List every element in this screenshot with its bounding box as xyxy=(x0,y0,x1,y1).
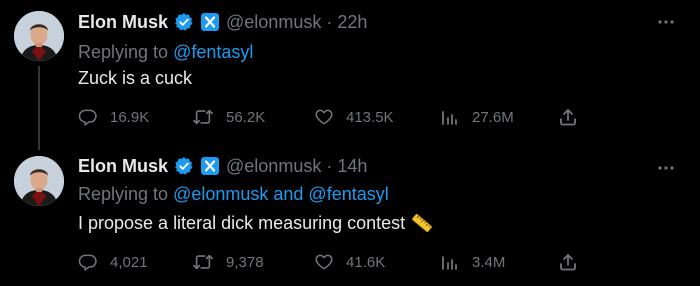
tweet-actions: 16.9K 56.2K 413.5K 27.6M xyxy=(78,106,598,128)
replying-to-prefix: Replying to xyxy=(78,184,169,204)
replying-to-line: Replying to @fentasyl xyxy=(78,42,253,63)
reply-count: 16.9K xyxy=(110,108,150,126)
tweet[interactable]: Elon Musk @elonmusk · 14h Replying to @e… xyxy=(0,143,700,286)
like-count: 41.6K xyxy=(346,253,386,271)
retweet-icon xyxy=(193,109,213,125)
retweet-count: 56.2K xyxy=(226,108,266,126)
separator-dot: · xyxy=(326,11,333,32)
tweet-timestamp[interactable]: 14h xyxy=(337,156,367,177)
replying-to-prefix: Replying to xyxy=(78,42,169,62)
tweet-actions: 4,021 9,378 41.6K 3.4M xyxy=(78,251,598,273)
tweet-text: Zuck is a cuck xyxy=(78,68,192,89)
views-button[interactable]: 3.4M xyxy=(440,251,505,273)
replying-to-mention[interactable]: @elonmusk and @fentasyl xyxy=(173,184,389,204)
straight-ruler-emoji-icon xyxy=(411,212,433,234)
views-bar-chart-icon xyxy=(442,111,457,125)
reply-icon xyxy=(78,254,97,271)
reply-button[interactable]: 4,021 xyxy=(78,251,148,273)
tweet-header: Elon Musk @elonmusk · 22h xyxy=(78,10,367,34)
heart-icon xyxy=(315,109,333,125)
author-name[interactable]: Elon Musk xyxy=(78,12,168,33)
replying-to-line: Replying to @elonmusk and @fentasyl xyxy=(78,184,389,205)
replying-to-mention[interactable]: @fentasyl xyxy=(173,42,253,62)
views-count: 27.6M xyxy=(472,108,514,126)
reply-icon xyxy=(78,109,97,126)
views-button[interactable]: 27.6M xyxy=(440,106,514,128)
share-icon xyxy=(560,109,576,126)
verified-badge-icon[interactable] xyxy=(174,12,194,32)
tweet-timestamp[interactable]: 22h xyxy=(337,12,367,33)
thread-connector-line xyxy=(38,66,40,150)
x-org-badge-icon[interactable] xyxy=(200,12,220,32)
share-icon xyxy=(560,254,576,271)
author-name[interactable]: Elon Musk xyxy=(78,156,168,177)
like-button[interactable]: 41.6K xyxy=(314,251,385,273)
tweet-text-content: I propose a literal dick measuring conte… xyxy=(78,212,406,233)
tweet-text: I propose a literal dick measuring conte… xyxy=(78,212,433,234)
verified-badge-icon[interactable] xyxy=(174,156,194,176)
author-handle[interactable]: @elonmusk xyxy=(226,156,321,177)
retweet-button[interactable]: 56.2K xyxy=(192,106,265,128)
more-options-icon[interactable] xyxy=(656,158,676,178)
tweet[interactable]: Elon Musk @elonmusk · 22h Replying to @f… xyxy=(0,0,700,150)
x-org-badge-icon[interactable] xyxy=(200,156,220,176)
author-avatar[interactable] xyxy=(14,11,64,61)
author-handle[interactable]: @elonmusk xyxy=(226,12,321,33)
retweet-button[interactable]: 9,378 xyxy=(192,251,264,273)
retweet-count: 9,378 xyxy=(226,253,264,271)
share-button[interactable] xyxy=(558,106,578,128)
like-count: 413.5K xyxy=(346,108,394,126)
heart-icon xyxy=(315,254,333,270)
tweet-text-content: Zuck is a cuck xyxy=(78,68,193,88)
more-options-icon[interactable] xyxy=(656,12,676,32)
tweet-header: Elon Musk @elonmusk · 14h xyxy=(78,154,367,178)
author-avatar[interactable] xyxy=(14,156,64,206)
retweet-icon xyxy=(193,254,213,270)
reply-button[interactable]: 16.9K xyxy=(78,106,149,128)
separator-dot: · xyxy=(326,155,333,176)
like-button[interactable]: 413.5K xyxy=(314,106,394,128)
share-button[interactable] xyxy=(558,251,578,273)
reply-count: 4,021 xyxy=(110,253,148,271)
views-bar-chart-icon xyxy=(442,256,457,270)
views-count: 3.4M xyxy=(472,253,506,271)
